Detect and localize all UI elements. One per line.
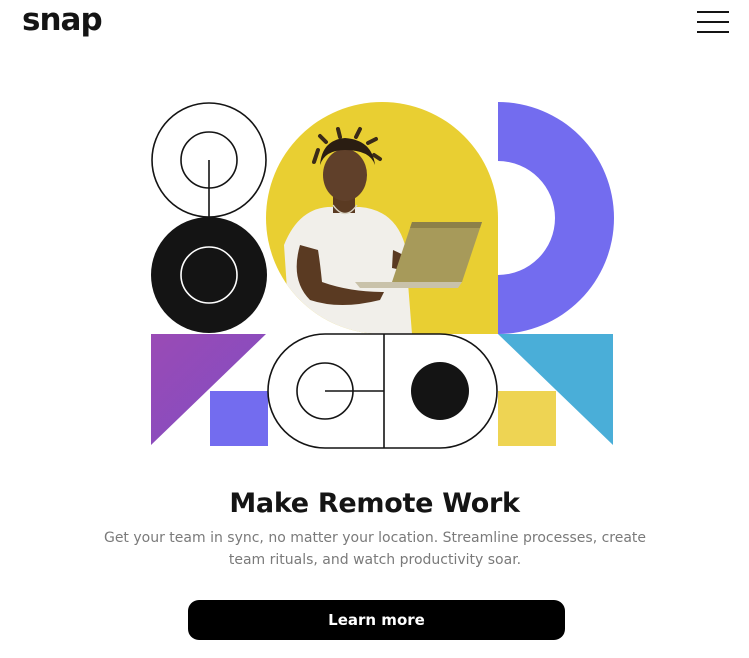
photo-panel [266, 102, 498, 334]
blue-square [210, 391, 268, 446]
learn-more-button[interactable]: Learn more [188, 600, 565, 640]
outlined-pill-shape [267, 333, 498, 449]
yellow-square [498, 391, 556, 446]
hero-description: Get your team in sync, no matter your lo… [103, 530, 647, 568]
black-ring-circle [151, 217, 267, 333]
hero-headline: Make Remote Work [229, 488, 520, 519]
outlined-target-circle [151, 102, 267, 218]
purple-half-ring [498, 102, 614, 334]
hero-illustration [151, 102, 614, 449]
